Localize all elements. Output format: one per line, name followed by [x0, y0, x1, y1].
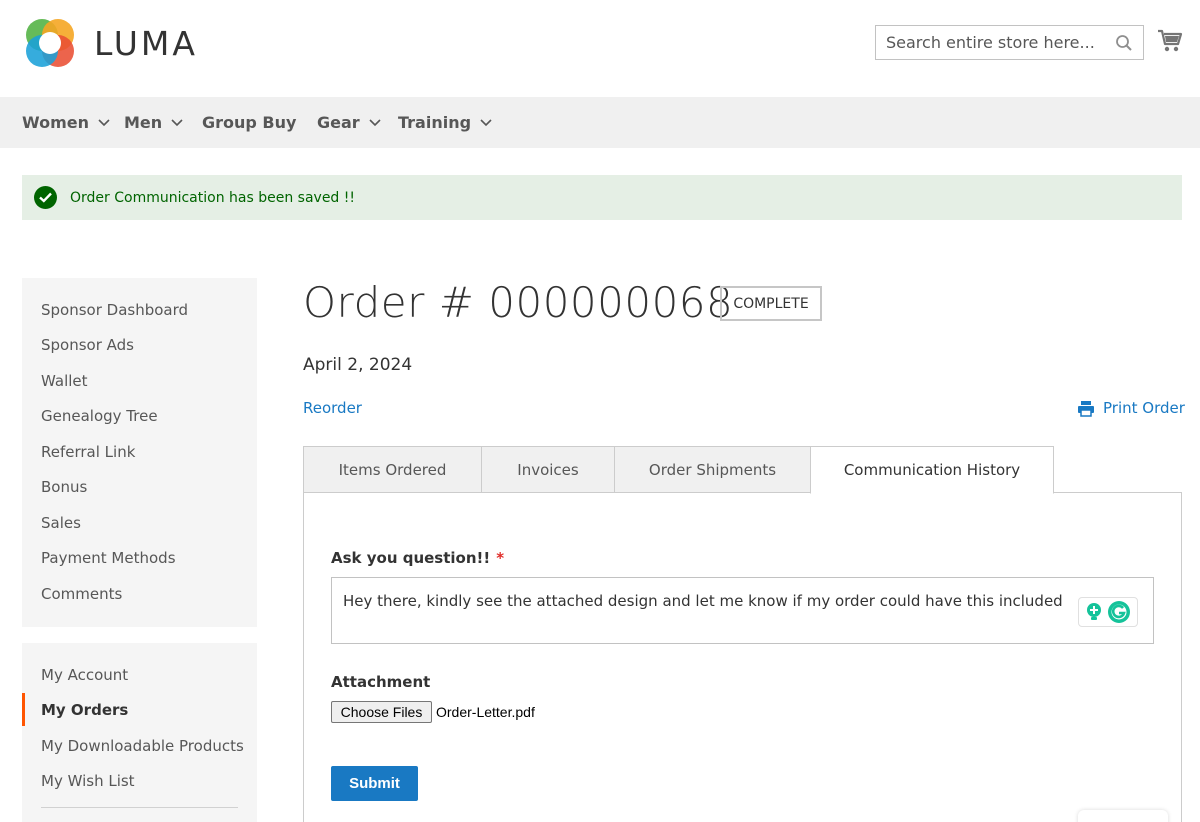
sidebar-account-menu: My Account My Orders My Downloadable Pro…	[22, 643, 257, 822]
grammarly-widget[interactable]	[1078, 597, 1138, 627]
choose-files-button[interactable]: Choose Files	[331, 701, 432, 723]
nav-item-men[interactable]: Men	[124, 97, 183, 148]
nav-item-label: Men	[124, 113, 163, 132]
tab-label: Communication History	[843, 461, 1021, 479]
sidebar-item-genealogy-tree[interactable]: Genealogy Tree	[41, 407, 158, 425]
nav-item-label: Training	[398, 113, 472, 132]
search-box[interactable]	[875, 25, 1144, 60]
tab-panel	[303, 492, 1182, 822]
nav-item-gear[interactable]: Gear	[317, 97, 381, 148]
selected-file-name: Order-Letter.pdf	[436, 704, 535, 720]
luma-logo[interactable]: LUMA	[22, 15, 198, 71]
nav-item-label: Group Buy	[202, 113, 297, 132]
order-status-badge: COMPLETE	[720, 286, 822, 321]
sidebar-item-payment-methods[interactable]: Payment Methods	[41, 549, 176, 567]
logo-text: LUMA	[94, 23, 198, 63]
sidebar-item-sales[interactable]: Sales	[41, 514, 81, 532]
tab-items-ordered[interactable]: Items Ordered	[303, 446, 482, 493]
main-navigation: Women Men Group Buy Gear Training	[0, 97, 1200, 148]
reorder-link[interactable]: Reorder	[303, 399, 362, 417]
order-date: April 2, 2024	[303, 355, 413, 375]
nav-item-label: Gear	[317, 113, 360, 132]
tab-label: Invoices	[517, 460, 579, 479]
sidebar-divider	[41, 807, 238, 808]
chevron-down-icon	[480, 118, 492, 126]
chevron-down-icon	[369, 118, 381, 126]
page-title: Order # 000000068	[303, 278, 734, 327]
tab-invoices[interactable]: Invoices	[481, 446, 615, 493]
question-label-text: Ask you question!!	[331, 549, 491, 567]
grammarly-icon	[1108, 601, 1130, 623]
sidebar-item-wallet[interactable]: Wallet	[41, 372, 88, 390]
sidebar-item-comments[interactable]: Comments	[41, 585, 122, 603]
printer-icon	[1078, 400, 1094, 417]
cart-icon[interactable]	[1157, 28, 1183, 58]
sidebar-item-my-downloadable-products[interactable]: My Downloadable Products	[41, 737, 244, 755]
nav-item-women[interactable]: Women	[22, 97, 110, 148]
question-textarea-value: Hey there, kindly see the attached desig…	[343, 592, 1063, 610]
chevron-down-icon	[98, 118, 110, 126]
chevron-down-icon	[171, 118, 183, 126]
print-order-label: Print Order	[1103, 399, 1185, 417]
sidebar-sponsor-menu: Sponsor Dashboard Sponsor Ads Wallet Gen…	[22, 278, 257, 627]
tab-label: Items Ordered	[338, 460, 447, 479]
nav-item-training[interactable]: Training	[398, 97, 492, 148]
success-message-text: Order Communication has been saved !!	[70, 189, 355, 206]
search-icon[interactable]	[1115, 34, 1133, 56]
success-message: Order Communication has been saved !!	[22, 175, 1182, 220]
lightbulb-icon	[1087, 603, 1101, 620]
sidebar-item-my-account[interactable]: My Account	[41, 666, 128, 684]
sidebar-item-my-orders[interactable]: My Orders	[41, 701, 128, 719]
nav-item-label: Women	[22, 113, 89, 132]
question-textarea[interactable]: Hey there, kindly see the attached desig…	[331, 577, 1154, 644]
floating-widget[interactable]	[1078, 810, 1168, 822]
luma-logo-icon	[26, 19, 74, 67]
sidebar-item-bonus[interactable]: Bonus	[41, 478, 87, 496]
sidebar-item-referral-link[interactable]: Referral Link	[41, 443, 135, 461]
search-input[interactable]	[876, 26, 1096, 59]
tab-order-shipments[interactable]: Order Shipments	[614, 446, 811, 493]
print-order-link[interactable]: Print Order	[1077, 399, 1185, 417]
sidebar-item-my-wish-list[interactable]: My Wish List	[41, 772, 135, 790]
attachment-field-label: Attachment	[331, 673, 431, 691]
sidebar-item-sponsor-ads[interactable]: Sponsor Ads	[41, 336, 134, 354]
tab-label: Order Shipments	[648, 460, 777, 479]
submit-button[interactable]: Submit	[331, 766, 418, 801]
required-mark: *	[496, 549, 505, 567]
tab-communication-history[interactable]: Communication History	[810, 446, 1054, 494]
current-item-indicator	[22, 693, 25, 726]
sidebar-item-sponsor-dashboard[interactable]: Sponsor Dashboard	[41, 301, 188, 319]
question-field-label: Ask you question!! *	[331, 549, 504, 567]
nav-item-group-buy[interactable]: Group Buy	[202, 97, 296, 148]
check-circle-icon	[34, 186, 57, 209]
